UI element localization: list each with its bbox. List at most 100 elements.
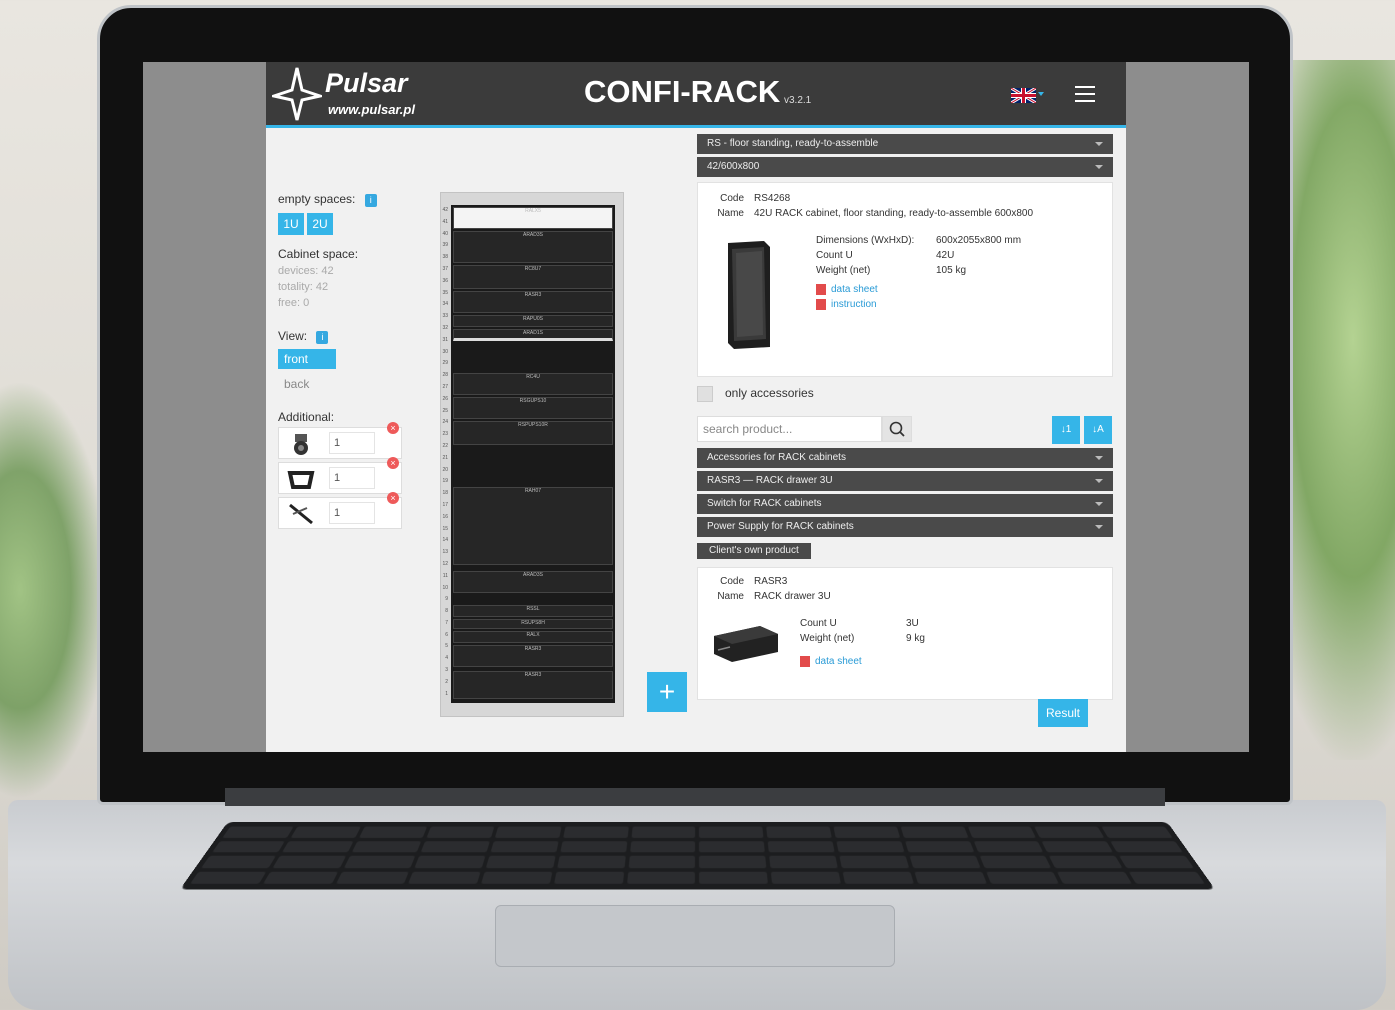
weight-label: Weight (net) [800,631,906,646]
rack-unit-number: 17 [438,500,448,512]
rack-cabinet-view: 42 41 40 39 38 37 36 35 34 33 32 31 30 29 28 27 26 25 24 23… [440,192,624,717]
pulsar-logo[interactable]: Pulsar www.pulsar.pl [272,66,422,122]
sort-numeric-button[interactable]: ↓1 [1052,416,1080,444]
language-caret-icon[interactable] [1038,92,1044,96]
only-accessories-checkbox[interactable] [697,386,713,402]
rack-unit-number: 8 [438,606,448,618]
rack-unit[interactable]: RC4U [453,373,613,395]
remove-item-icon[interactable]: × [387,422,399,434]
rack-unit[interactable]: RASR3 [453,671,613,699]
category-power-supply[interactable]: Power Supply for RACK cabinets [697,517,1113,537]
rack-unit-number: 28 [438,370,448,382]
rack-cabinet-image [724,239,772,351]
quantity-input[interactable]: 1 [329,432,375,454]
remove-item-icon[interactable]: × [387,457,399,469]
totality-count: totality: 42 [278,281,408,293]
rack-unit-number: 31 [438,335,448,347]
search-input[interactable]: search product... [697,416,882,442]
rack-unit[interactable]: RASR3 [453,645,613,667]
count-u-value: 3U [906,618,919,629]
cabinet-type-select[interactable]: RS - floor standing, ready-to-assemble [697,134,1113,154]
product-code: RASR3 [754,576,787,587]
cabinet-size-value: 42/600x800 [707,161,759,172]
rack-unit-numbers: 42 41 40 39 38 37 36 35 34 33 32 31 30 29 28 27 26 25 24 23… [438,205,448,700]
instruction-link[interactable]: instruction [831,299,877,310]
name-label: Name [698,206,744,221]
result-button[interactable]: Result [1038,699,1088,727]
data-sheet-link[interactable]: data sheet [831,284,878,295]
rack-unit-number: 41 [438,217,448,229]
info-icon[interactable]: i [365,194,377,207]
data-sheet-link[interactable]: data sheet [815,656,862,667]
empty-spaces-label: empty spaces: [278,192,355,206]
rack-unit-number: 34 [438,299,448,311]
free-count: free: 0 [278,297,408,309]
rack-unit[interactable]: RAPU0S [453,315,613,327]
rack-unit[interactable]: RALX5 [453,207,613,229]
rack-unit-number: 36 [438,276,448,288]
empty-space-1u-button[interactable]: 1U [278,213,304,235]
rack-unit-number: 29 [438,358,448,370]
app-version: v3.2.1 [784,95,811,106]
rack-unit-number: 38 [438,252,448,264]
only-accessories-label: only accessories [725,386,814,400]
rack-unit[interactable]: RSPUPS10R [453,421,613,445]
laptop-keyboard [180,822,1215,890]
remove-item-icon[interactable]: × [387,492,399,504]
rack-unit-number: 39 [438,240,448,252]
view-info-icon[interactable]: i [316,331,328,344]
hamburger-menu-icon[interactable] [1075,86,1095,104]
selected-product-card: Code RASR3 Name RACK drawer 3U Count U 3U W… [697,567,1113,700]
category-switch[interactable]: Switch for RACK cabinets [697,494,1113,514]
rack-unit[interactable]: RAH07 [453,487,613,565]
view-front-button[interactable]: front [278,349,336,369]
rack-unit[interactable]: RC8U7 [453,265,613,289]
category-drawer[interactable]: RASR3 — RACK drawer 3U [697,471,1113,491]
rack-unit[interactable]: RSGUPS10 [453,397,613,419]
laptop-trackpad [495,905,895,967]
rack-unit-number: 33 [438,311,448,323]
cabinet-type-value: RS - floor standing, ready-to-assemble [707,138,878,149]
rack-unit[interactable]: ARAD1S [453,329,613,341]
rack-unit-number: 6 [438,630,448,642]
pulsar-star-icon [272,66,322,122]
rack-unit-number: 26 [438,394,448,406]
weight-value: 105 kg [936,265,966,276]
quantity-input[interactable]: 1 [329,467,375,489]
rack-unit[interactable]: ARAD3S [453,231,613,263]
rack-drawer-image [712,622,780,664]
empty-space-2u-button[interactable]: 2U [307,213,333,235]
quantity-input[interactable]: 1 [329,502,375,524]
cabinet-product-card: Code RS4268 Name 42U RACK cabinet, floor s… [697,182,1113,377]
rack-unit[interactable]: RASR3 [453,291,613,313]
rack-unit[interactable]: RSUPS8H [453,619,613,629]
chevron-down-icon [1095,525,1103,529]
rack-unit-number: 7 [438,618,448,630]
count-u-label: Count U [816,248,936,263]
cabinet-size-select[interactable]: 42/600x800 [697,157,1113,177]
devices-count: devices: 42 [278,265,408,277]
search-row: search product... ↓1 ↓A [697,416,1113,442]
client-own-product-tab[interactable]: Client's own product [697,543,811,559]
rack-unit-number: 14 [438,535,448,547]
weight-label: Weight (net) [816,263,936,278]
sort-alpha-button[interactable]: ↓A [1084,416,1112,444]
rack-unit[interactable]: RALX [453,631,613,643]
only-accessories-row: only accessories [697,384,1113,404]
laptop-hinge [225,788,1165,806]
add-device-button[interactable]: + [647,672,687,712]
view-label: View: [278,329,307,343]
rack-unit-number: 19 [438,476,448,488]
count-u-label: Count U [800,616,906,631]
view-back-button[interactable]: back [278,374,336,394]
rack-unit-number: 1 [438,689,448,701]
rack-unit-number: 37 [438,264,448,276]
rack-unit-number: 3 [438,665,448,677]
laptop-screen: Pulsar www.pulsar.pl CONFI-RACK v3.2.1 e… [143,62,1249,752]
uk-flag-icon[interactable] [1011,88,1036,103]
rack-unit[interactable]: ARAD3S [453,571,613,593]
category-accessories[interactable]: Accessories for RACK cabinets [697,448,1113,468]
rack-unit[interactable]: RSSL [453,605,613,617]
rack-unit-number: 35 [438,288,448,300]
search-button[interactable] [882,416,912,442]
